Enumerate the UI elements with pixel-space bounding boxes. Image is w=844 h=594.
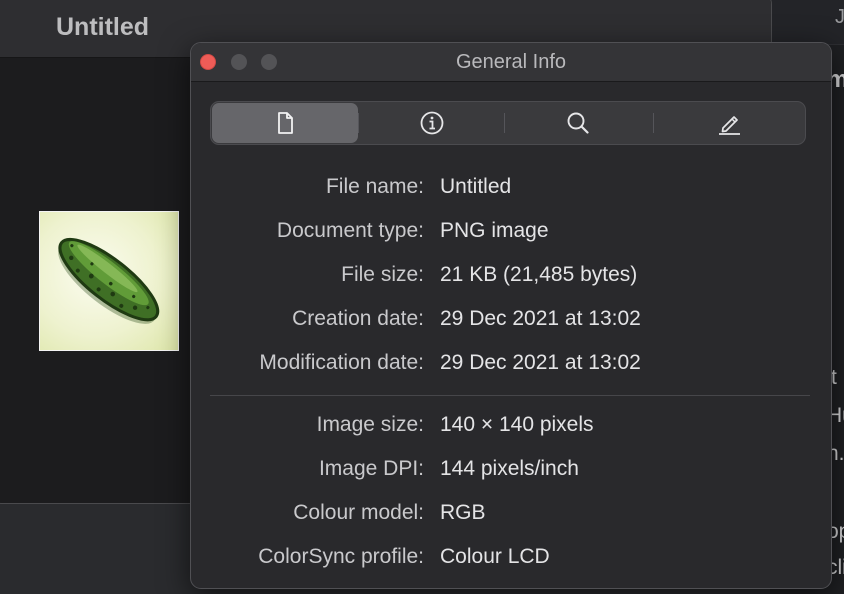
info-row-image-dpi: Image DPI: 144 pixels/inch [191, 457, 831, 487]
search-icon [567, 112, 589, 134]
info-label: Creation date: [292, 307, 424, 330]
background-text-fragment: J [835, 6, 844, 28]
info-value: 140 × 140 pixels [440, 413, 594, 436]
info-value: 29 Dec 2021 at 13:02 [440, 351, 641, 374]
info-label: Image size: [316, 413, 424, 436]
tab-keywords[interactable] [505, 103, 651, 143]
section-divider [210, 395, 810, 396]
info-row-modification-date: Modification date: 29 Dec 2021 at 13:02 [191, 351, 831, 381]
info-label: Colour model: [293, 501, 424, 524]
info-row-image-size: Image size: 140 × 140 pixels [191, 413, 831, 443]
info-row-document-type: Document type: PNG image [191, 219, 831, 249]
tab-more-info[interactable] [359, 103, 505, 143]
info-value: RGB [440, 501, 486, 524]
general-info-window[interactable]: General Info File name: Untitled Documen… [190, 42, 832, 589]
info-label: File size: [341, 263, 424, 286]
info-value: Colour LCD [440, 545, 550, 568]
info-value: 21 KB (21,485 bytes) [440, 263, 638, 286]
pencil-icon [719, 116, 740, 135]
image-thumbnail[interactable] [39, 211, 179, 351]
info-label: File name: [325, 175, 424, 198]
info-row-file-name: File name: Untitled [191, 175, 831, 205]
tab-annotations[interactable] [656, 103, 802, 143]
inspector-tab-bar [210, 101, 806, 145]
info-row-colour-model: Colour model: RGB [191, 501, 831, 531]
info-titlebar[interactable]: General Info [191, 43, 831, 82]
info-row-creation-date: Creation date: 29 Dec 2021 at 13:02 [191, 307, 831, 337]
info-label: Image DPI: [318, 457, 424, 480]
preview-window-title: Untitled [56, 13, 150, 41]
info-value: Untitled [440, 175, 512, 198]
info-label: Modification date: [259, 351, 424, 374]
document-icon [278, 112, 293, 134]
info-value: 144 pixels/inch [440, 457, 579, 480]
pickle-icon [58, 237, 160, 324]
tab-divider [653, 113, 654, 133]
info-window-title: General Info [455, 51, 567, 73]
info-label: Document type: [276, 219, 424, 242]
tab-general-info[interactable] [212, 103, 358, 143]
info-row-file-size: File size: 21 KB (21,485 bytes) [191, 263, 831, 293]
info-icon [420, 111, 444, 135]
info-value: PNG image [440, 219, 549, 242]
info-value: 29 Dec 2021 at 13:02 [440, 307, 641, 330]
info-label: ColorSync profile: [258, 545, 424, 568]
info-row-colorsync-profile: ColorSync profile: Colour LCD [191, 545, 831, 575]
background-toolbar [761, 0, 844, 45]
